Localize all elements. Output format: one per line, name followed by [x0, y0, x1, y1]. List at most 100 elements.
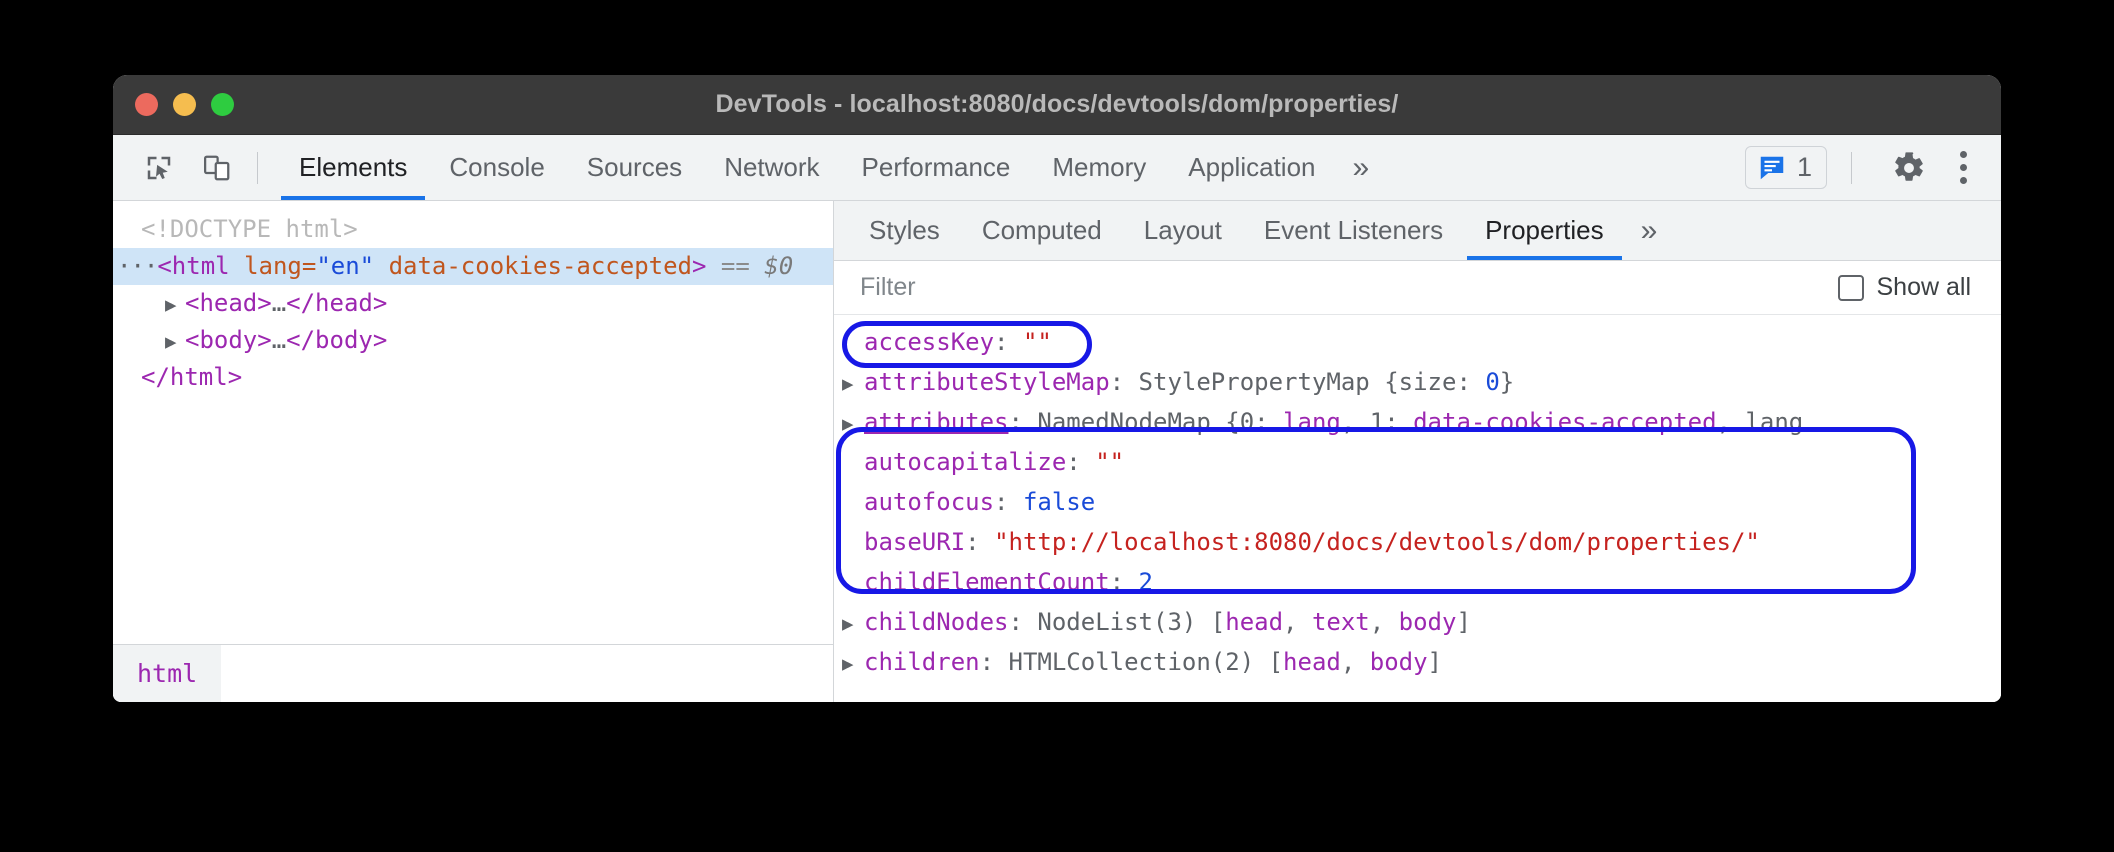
property-key[interactable]: childElementCount — [864, 568, 1110, 596]
console-message-badge[interactable]: 1 — [1745, 146, 1827, 189]
html-attr-lang-name[interactable]: lang= — [244, 252, 316, 280]
property-row-childElementCount[interactable]: childElementCount: 2 — [834, 562, 2001, 602]
tab-styles[interactable]: Styles — [848, 201, 961, 260]
property-row-autofocus[interactable]: autofocus: false — [834, 482, 2001, 522]
property-value-node-head[interactable]: head — [1283, 648, 1341, 676]
property-value: "" — [1023, 328, 1052, 356]
property-row-childNodes[interactable]: ▶childNodes: NodeList(3) [head, text, bo… — [834, 602, 2001, 642]
property-value-comma-2: , — [1370, 608, 1399, 636]
property-row-accessKey[interactable]: accessKey: "" — [834, 322, 2001, 362]
dom-line-html-selected[interactable]: ···<html lang="en" data-cookies-accepted… — [113, 248, 833, 285]
breadcrumb-item-html[interactable]: html — [113, 645, 221, 702]
properties-list[interactable]: accessKey: "" ▶attributeStyleMap: StyleP… — [834, 315, 2001, 702]
dom-line-head[interactable]: ▶<head>…</head> — [113, 285, 833, 322]
property-key[interactable]: children — [864, 648, 980, 676]
elements-sidebar-panel: Styles Computed Layout Event Listeners P… — [834, 201, 2001, 702]
devtools-window: DevTools - localhost:8080/docs/devtools/… — [113, 75, 2001, 702]
show-all-label: Show all — [1877, 273, 1972, 302]
property-value-node-cookies[interactable]: data-cookies-accepted — [1413, 408, 1716, 436]
expand-arrow-icon[interactable]: ▶ — [842, 644, 864, 684]
property-value: false — [1023, 488, 1095, 516]
property-value-node-head[interactable]: head — [1225, 608, 1283, 636]
html-attr-cookies-accepted[interactable]: data-cookies-accepted — [389, 252, 692, 280]
property-value-type: NamedNodeMap — [1037, 408, 1225, 436]
device-toolbar-icon[interactable] — [197, 148, 237, 188]
tab-computed[interactable]: Computed — [961, 201, 1123, 260]
dom-line-doctype[interactable]: <!DOCTYPE html> — [113, 211, 833, 248]
tab-sources[interactable]: Sources — [566, 135, 703, 200]
property-row-baseURI[interactable]: baseURI: "http://localhost:8080/docs/dev… — [834, 522, 2001, 562]
property-row-attributes[interactable]: ▶attributes: NamedNodeMap {0: lang, 1: d… — [834, 402, 2001, 442]
property-row-attributeStyleMap[interactable]: ▶attributeStyleMap: StylePropertyMap {si… — [834, 362, 2001, 402]
property-colon: : — [965, 528, 994, 556]
tab-console[interactable]: Console — [428, 135, 565, 200]
expand-arrow-icon[interactable]: ▶ — [842, 404, 864, 444]
property-value-bracket-open: [ — [1269, 648, 1283, 676]
property-value-bracket-close: ] — [1456, 608, 1470, 636]
html-attr-lang-value[interactable]: "en" — [316, 252, 374, 280]
tab-performance[interactable]: Performance — [841, 135, 1032, 200]
property-value-node-lang[interactable]: lang — [1283, 408, 1341, 436]
head-close-tag: </head> — [286, 289, 387, 317]
property-colon: : — [1009, 408, 1038, 436]
property-key[interactable]: attributeStyleMap — [864, 368, 1110, 396]
html-line-dots: ··· — [113, 252, 157, 280]
expand-arrow-icon[interactable]: ▶ — [842, 364, 864, 404]
property-value-node-text[interactable]: text — [1312, 608, 1370, 636]
property-value-brace-open: { — [1225, 408, 1239, 436]
property-value-size-number: 0 — [1485, 368, 1499, 396]
property-colon: : — [1009, 608, 1038, 636]
kebab-menu-icon[interactable] — [1946, 151, 1979, 184]
dom-line-html-close[interactable]: </html> — [113, 359, 833, 396]
expand-arrow-icon[interactable]: ▶ — [842, 604, 864, 644]
tab-event-listeners-label: Event Listeners — [1264, 215, 1443, 246]
html-close-tag: </html> — [141, 363, 242, 391]
property-key[interactable]: attributes — [864, 408, 1009, 436]
tab-application[interactable]: Application — [1167, 135, 1336, 200]
property-value: 2 — [1139, 568, 1153, 596]
property-value: "http://localhost:8080/docs/devtools/dom… — [994, 528, 1760, 556]
property-value-node-body[interactable]: body — [1370, 648, 1428, 676]
property-key[interactable]: baseURI — [864, 528, 965, 556]
tab-network[interactable]: Network — [703, 135, 840, 200]
property-key[interactable]: childNodes — [864, 608, 1009, 636]
expand-body-arrow-icon[interactable]: ▶ — [165, 324, 185, 361]
filter-input[interactable] — [860, 273, 1838, 302]
property-value-size-key: size: — [1399, 368, 1486, 396]
gear-icon[interactable] — [1876, 151, 1942, 185]
property-value-node-body[interactable]: body — [1399, 608, 1457, 636]
dom-tree[interactable]: <!DOCTYPE html> ···<html lang="en" data-… — [113, 201, 833, 644]
property-value-type: StylePropertyMap — [1139, 368, 1385, 396]
tab-styles-label: Styles — [869, 215, 940, 246]
expand-head-arrow-icon[interactable]: ▶ — [165, 287, 185, 324]
property-colon: : — [1066, 448, 1095, 476]
tab-event-listeners[interactable]: Event Listeners — [1243, 201, 1464, 260]
show-all-toggle[interactable]: Show all — [1838, 273, 1972, 302]
property-value-brace-close: } — [1500, 368, 1514, 396]
property-value-comma-1: , — [1341, 648, 1370, 676]
show-all-checkbox[interactable] — [1838, 275, 1864, 301]
property-colon: : — [994, 488, 1023, 516]
property-key[interactable]: accessKey — [864, 328, 994, 356]
tab-properties[interactable]: Properties — [1464, 201, 1625, 260]
property-colon: : — [994, 328, 1023, 356]
property-value-trailing: , lang — [1717, 408, 1804, 436]
chevron-double-right-icon[interactable]: » — [1337, 135, 1382, 200]
inspect-element-icon[interactable] — [139, 148, 179, 188]
property-key[interactable]: autofocus — [864, 488, 994, 516]
tab-memory[interactable]: Memory — [1031, 135, 1167, 200]
sidebar-chevron-double-right-icon[interactable]: » — [1625, 201, 1670, 260]
tab-network-label: Network — [724, 152, 819, 183]
property-colon: : — [1110, 568, 1139, 596]
property-key[interactable]: autocapitalize — [864, 448, 1066, 476]
property-value-index-1: , 1: — [1341, 408, 1413, 436]
tab-memory-label: Memory — [1052, 152, 1146, 183]
tab-elements[interactable]: Elements — [278, 135, 428, 200]
tab-layout[interactable]: Layout — [1123, 201, 1243, 260]
property-row-children[interactable]: ▶children: HTMLCollection(2) [head, body… — [834, 642, 2001, 682]
tab-computed-label: Computed — [982, 215, 1102, 246]
dom-line-body[interactable]: ▶<body>…</body> — [113, 322, 833, 359]
property-value-comma-1: , — [1283, 608, 1312, 636]
property-row-autocapitalize[interactable]: autocapitalize: "" — [834, 442, 2001, 482]
property-value-type: HTMLCollection(2) — [1009, 648, 1269, 676]
